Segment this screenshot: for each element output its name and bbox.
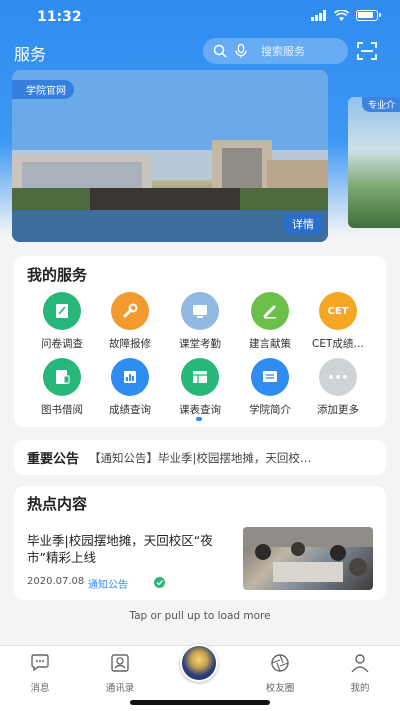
tab-contacts[interactable]: 通讯录 [90,652,150,694]
person-icon [351,654,369,673]
campus-logo-icon[interactable] [180,644,218,682]
verified-icon [154,577,165,588]
service-survey[interactable]: 问卷调查 [26,292,98,351]
score-icon [111,358,149,396]
pager-dot [196,417,202,421]
my-services-card: 我的服务 问卷调查 故障报修 课堂考勤 建言献策 CET CET成绩… 图书借阅 [14,256,386,427]
service-attendance[interactable]: 课堂考勤 [164,292,236,351]
status-bar: 11:32 [0,0,400,34]
pencil-icon [251,292,289,330]
monitor-icon [181,292,219,330]
banner-next-slide[interactable]: 专业介 [348,97,400,228]
tab-profile[interactable]: 我的 [330,652,390,694]
status-icons [311,10,381,21]
service-timetable[interactable]: 课表查询 [164,358,236,417]
services-title: 我的服务 [27,266,88,284]
news-category[interactable]: 通知公告 [88,576,128,591]
wrench-icon [111,292,149,330]
banner-slide[interactable]: 学院官网 详情 [12,70,328,242]
search-input[interactable]: 搜索服务 [203,38,348,64]
survey-icon [43,292,81,330]
book-icon [43,358,81,396]
notice-title: 重要公告 [27,452,80,467]
notice-card[interactable]: 重要公告 【通知公告】毕业季|校园摆地摊，天回校… [14,440,386,475]
search-placeholder: 搜索服务 [261,45,305,58]
title-bar: 服务 搜索服务 [0,34,400,68]
message-icon [31,654,49,672]
status-time: 11:32 [37,9,82,25]
service-suggestion[interactable]: 建言献策 [234,292,306,351]
page-title: 服务 [14,45,47,64]
contacts-icon [111,654,129,672]
banner-side-tag: 专业介 [362,97,400,112]
service-library[interactable]: 图书借阅 [26,358,98,417]
microphone-icon[interactable] [235,44,247,58]
banner-detail-button[interactable]: 详情 [284,214,322,234]
load-more-hint[interactable]: Tap or pull up to load more [0,610,400,622]
service-scores[interactable]: 成绩查询 [94,358,166,417]
hot-title: 热点内容 [27,495,88,513]
timetable-icon [181,358,219,396]
more-icon: ••• [319,358,357,396]
tab-alumni[interactable]: 校友圈 [250,652,310,694]
notice-text[interactable]: 【通知公告】毕业季|校园摆地摊，天回校… [89,450,354,466]
news-thumbnail[interactable] [243,527,373,590]
service-intro[interactable]: 学院简介 [234,358,306,417]
search-icon [213,44,227,58]
battery-icon [356,10,381,21]
aperture-icon [271,654,289,672]
banner-tag: 学院官网 [12,80,74,99]
news-date: 2020.07.08 [27,576,85,587]
wifi-icon [334,10,349,21]
service-add-more[interactable]: ••• 添加更多 [302,358,374,417]
signal-icon [311,10,326,21]
more-glyph: ••• [327,370,349,384]
home-indicator [130,700,270,705]
tab-messages[interactable]: 消息 [10,652,70,694]
hot-content-card: 热点内容 毕业季|校园摆地摊，天回校区“夜市”精彩上线 2020.07.08 通… [14,486,386,600]
cet-glyph: CET [327,305,349,317]
service-repair[interactable]: 故障报修 [94,292,166,351]
scan-icon[interactable] [357,42,377,60]
cet-icon: CET [319,292,357,330]
service-cet[interactable]: CET CET成绩… [302,292,374,351]
intro-icon [251,358,289,396]
news-title[interactable]: 毕业季|校园摆地摊，天回校区“夜市”精彩上线 [27,532,237,566]
